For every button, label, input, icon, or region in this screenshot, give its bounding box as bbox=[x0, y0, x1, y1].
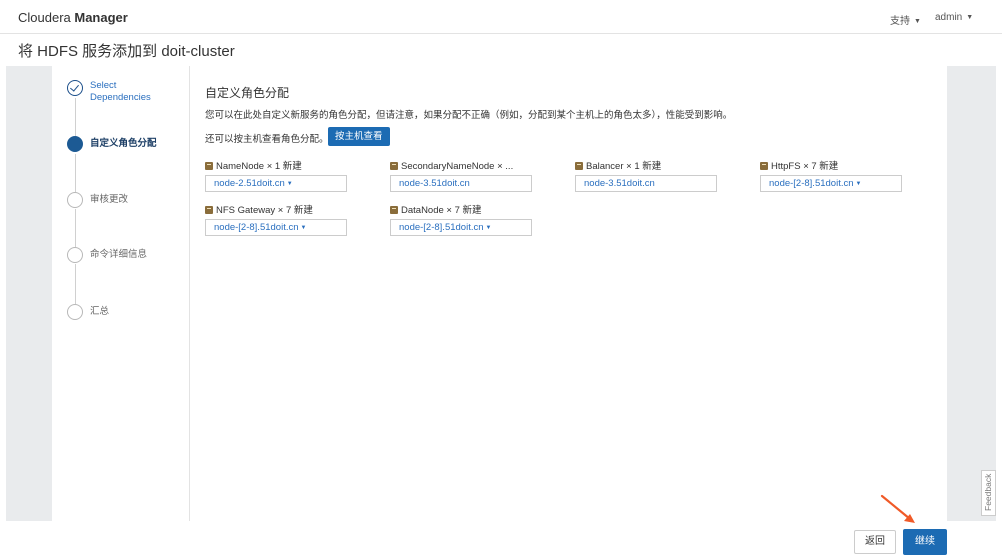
pending-step-icon bbox=[67, 247, 83, 263]
step-connector bbox=[75, 264, 76, 304]
role-httpfs: HttpFS × 7 新建 node-[2-8].51doit.cn ▼ bbox=[760, 161, 902, 192]
caret-down-icon: ▼ bbox=[286, 181, 293, 187]
role-name: NFS Gateway × 7 新建 bbox=[216, 205, 313, 216]
main-content: 自定义角色分配 您可以在此处自定义新服务的角色分配，但请注意，如果分配不正确（例… bbox=[190, 66, 947, 521]
role-host-select[interactable]: node-3.51doit.cn bbox=[575, 175, 717, 192]
step-label: Select Dependencies bbox=[90, 80, 151, 103]
user-menu[interactable]: admin ▼ bbox=[935, 12, 973, 23]
step-connector bbox=[75, 98, 76, 136]
role-host-select[interactable]: node-[2-8].51doit.cn ▼ bbox=[205, 219, 347, 236]
brand-bold: Manager bbox=[74, 10, 128, 25]
view-by-host-button[interactable]: 按主机查看 bbox=[328, 127, 390, 146]
role-name: HttpFS × 7 新建 bbox=[771, 161, 839, 172]
arrow-annotation-icon bbox=[880, 494, 915, 523]
support-label: 支持 bbox=[890, 16, 910, 27]
role-host-select[interactable]: node-[2-8].51doit.cn ▼ bbox=[390, 219, 532, 236]
feedback-tab[interactable]: Feedback bbox=[981, 470, 996, 516]
brand-logo[interactable]: Cloudera Manager bbox=[18, 10, 128, 25]
pending-step-icon bbox=[67, 304, 83, 320]
user-label: admin bbox=[935, 12, 963, 23]
role-name: DataNode × 7 新建 bbox=[401, 205, 482, 216]
role-icon bbox=[205, 162, 213, 170]
support-menu[interactable]: 支持 ▼ bbox=[890, 12, 921, 27]
left-gutter bbox=[6, 66, 52, 521]
role-name: Balancer × 1 新建 bbox=[586, 161, 662, 172]
role-name: SecondaryNameNode × ... bbox=[401, 161, 514, 172]
continue-button[interactable]: 继续 bbox=[903, 529, 947, 555]
section-title: 自定义角色分配 bbox=[205, 86, 290, 100]
step-connector bbox=[75, 209, 76, 247]
step-label: 汇总 bbox=[90, 306, 110, 317]
role-host-select[interactable]: node-2.51doit.cn ▼ bbox=[205, 175, 347, 192]
role-icon bbox=[390, 206, 398, 214]
caret-down-icon: ▼ bbox=[485, 225, 492, 231]
wizard-steps: Select Dependencies 自定义角色分配 审核更改 命令详细信息 汇… bbox=[52, 66, 190, 521]
host-view-text: 还可以按主机查看角色分配。 bbox=[205, 134, 329, 145]
check-circle-icon bbox=[67, 80, 83, 96]
caret-down-icon: ▼ bbox=[966, 13, 974, 21]
role-secondarynamenode: SecondaryNameNode × ... node-3.51doit.cn bbox=[390, 161, 532, 192]
role-host-select[interactable]: node-3.51doit.cn bbox=[390, 175, 532, 192]
step-label: 审核更改 bbox=[90, 194, 129, 205]
role-namenode: NameNode × 1 新建 node-2.51doit.cn ▼ bbox=[205, 161, 347, 192]
caret-down-icon: ▼ bbox=[855, 181, 862, 187]
caret-down-icon: ▼ bbox=[914, 17, 921, 25]
page-title: 将 HDFS 服务添加到 doit-cluster bbox=[18, 43, 235, 60]
role-icon bbox=[760, 162, 768, 170]
role-name: NameNode × 1 新建 bbox=[216, 161, 302, 172]
step-connector bbox=[75, 154, 76, 192]
step-label: 自定义角色分配 bbox=[90, 138, 157, 149]
role-icon bbox=[390, 162, 398, 170]
role-host-select[interactable]: node-[2-8].51doit.cn ▼ bbox=[760, 175, 902, 192]
active-step-icon bbox=[67, 136, 83, 152]
back-button[interactable]: 返回 bbox=[854, 530, 896, 554]
step-label: 命令详细信息 bbox=[90, 249, 148, 260]
role-icon bbox=[205, 206, 213, 214]
brand-light: Cloudera bbox=[18, 10, 75, 25]
pending-step-icon bbox=[67, 192, 83, 208]
top-navbar: Cloudera Manager 支持 ▼ admin ▼ bbox=[0, 0, 1002, 34]
description-text: 您可以在此处自定义新服务的角色分配，但请注意，如果分配不正确（例如，分配到某个主… bbox=[205, 110, 733, 121]
role-nfs-gateway: NFS Gateway × 7 新建 node-[2-8].51doit.cn ▼ bbox=[205, 205, 347, 236]
caret-down-icon: ▼ bbox=[300, 225, 307, 231]
right-gutter bbox=[947, 66, 996, 521]
role-icon bbox=[575, 162, 583, 170]
role-datanode: DataNode × 7 新建 node-[2-8].51doit.cn ▼ bbox=[390, 205, 532, 236]
role-balancer: Balancer × 1 新建 node-3.51doit.cn bbox=[575, 161, 717, 192]
